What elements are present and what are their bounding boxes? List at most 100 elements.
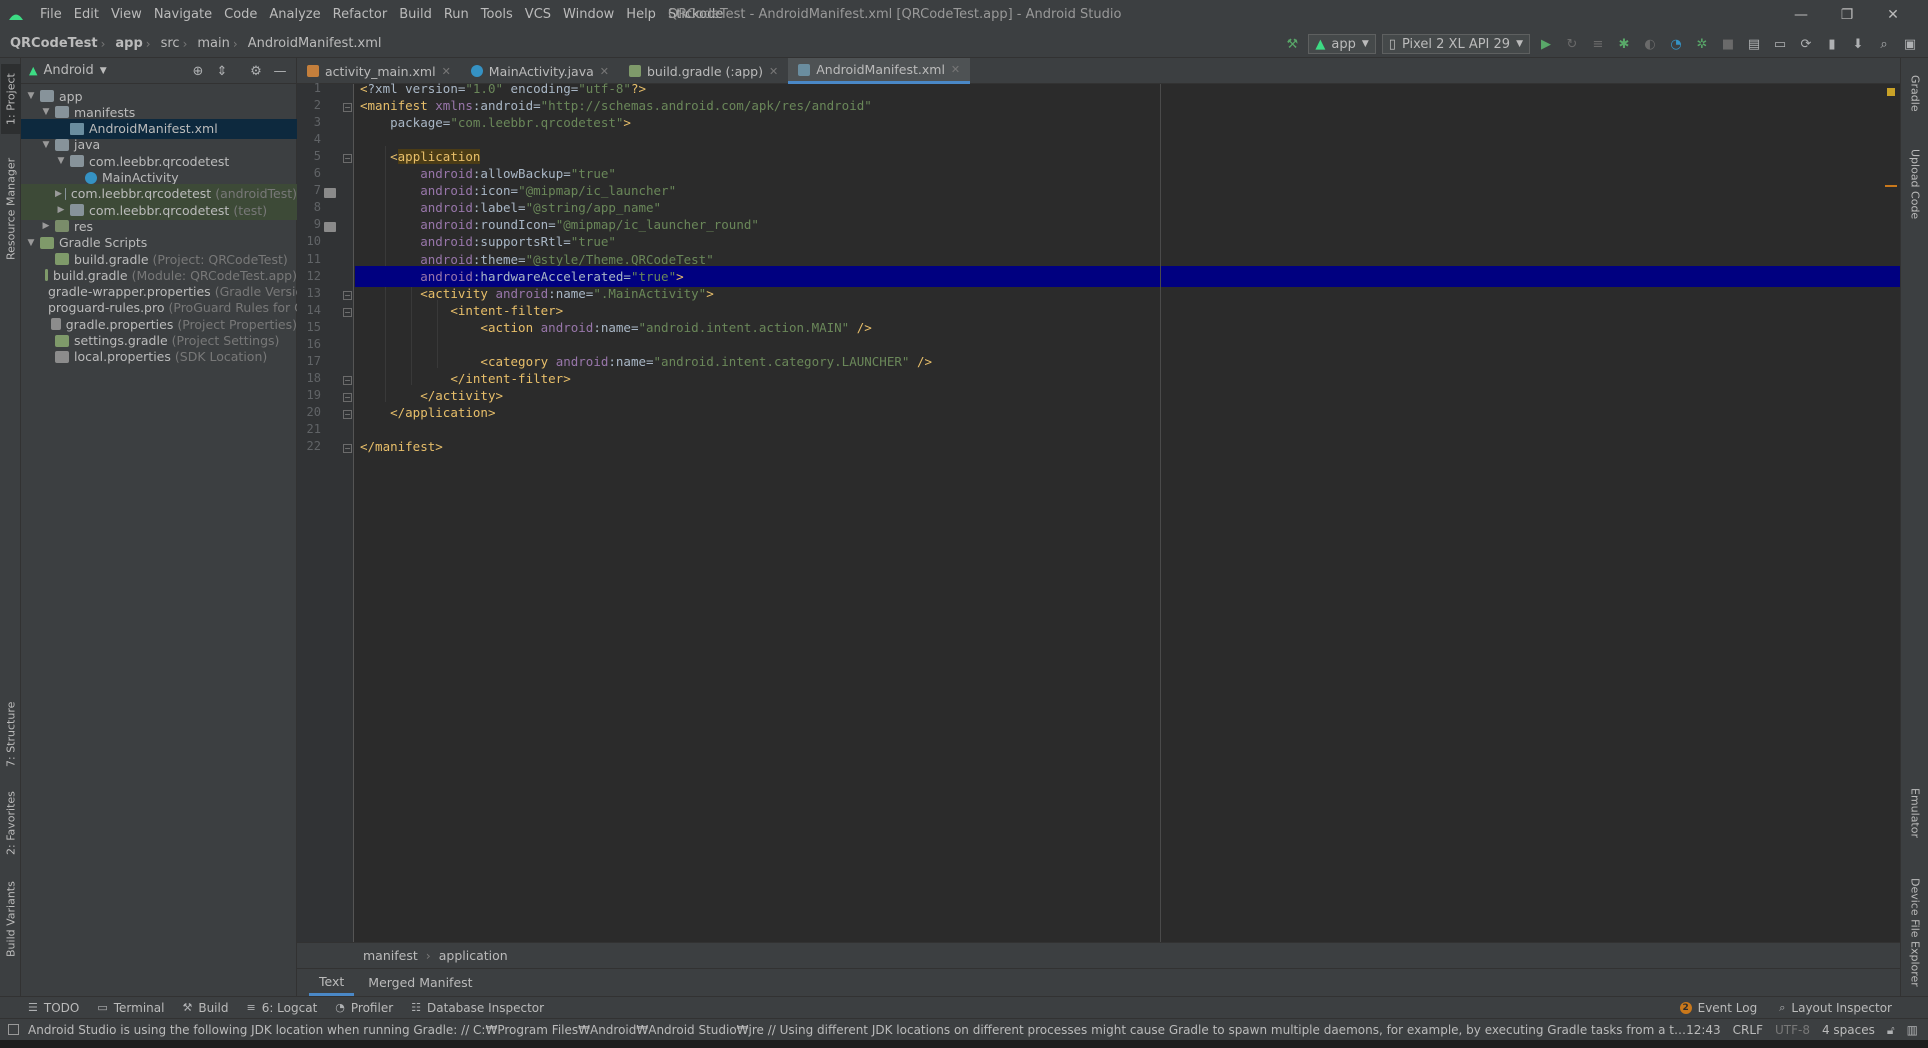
line-number[interactable]: 4 <box>297 132 321 146</box>
run-config-select[interactable]: ▲ app ▼ <box>1308 34 1376 54</box>
project-structure-icon[interactable]: ▤ <box>1744 34 1764 54</box>
line-number[interactable]: 20 <box>297 405 321 419</box>
build-tool-button[interactable]: ⚒ Build <box>182 1001 228 1015</box>
maximize-icon[interactable]: ❐ <box>1824 0 1870 30</box>
expand-arrow-icon[interactable]: ▼ <box>25 238 37 248</box>
expand-arrow-icon[interactable]: ▼ <box>25 91 37 101</box>
status-message[interactable]: Android Studio is using the following JD… <box>28 1023 1688 1037</box>
breadcrumb-file[interactable]: AndroidManifest.xml <box>238 36 385 51</box>
close-icon[interactable]: ✕ <box>1870 0 1916 30</box>
menu-build[interactable]: Build <box>393 0 438 30</box>
menu-help[interactable]: Help <box>620 0 662 30</box>
line-number[interactable]: 18 <box>297 371 321 385</box>
menu-navigate[interactable]: Navigate <box>148 0 218 30</box>
toggle-tool-windows-icon[interactable] <box>8 1024 19 1035</box>
line-number[interactable]: 13 <box>297 286 321 300</box>
menu-refactor[interactable]: Refactor <box>327 0 394 30</box>
expand-arrow-icon[interactable]: ▼ <box>40 107 52 117</box>
line-number[interactable]: 14 <box>297 303 321 317</box>
line-number[interactable]: 17 <box>297 354 321 368</box>
build-variants-tool-tab[interactable]: Build Variants <box>1 874 21 964</box>
resource-manager-tool-tab[interactable]: Resource Manager <box>1 150 21 268</box>
tab-text[interactable]: Text <box>309 970 355 996</box>
minimize-icon[interactable]: — <box>1778 0 1824 30</box>
expand-arrow-icon[interactable]: ▼ <box>55 156 67 166</box>
line-number[interactable]: 19 <box>297 388 321 402</box>
fold-toggle-icon[interactable]: − <box>343 375 352 385</box>
gear-icon[interactable]: ⚙ <box>246 61 266 81</box>
apply-changes-icon[interactable]: ↻ <box>1562 34 1582 54</box>
line-number[interactable]: 8 <box>297 200 321 214</box>
attach-debugger-icon[interactable]: ✲ <box>1692 34 1712 54</box>
coverage-icon[interactable]: ◐ <box>1640 34 1660 54</box>
fold-toggle-icon[interactable]: − <box>343 103 352 113</box>
close-tab-icon[interactable]: ✕ <box>600 65 609 78</box>
line-number[interactable]: 15 <box>297 320 321 334</box>
breadcrumb-module[interactable]: app <box>105 36 145 51</box>
run-icon[interactable]: ▶ <box>1536 34 1556 54</box>
line-number[interactable]: 16 <box>297 337 321 351</box>
layout-inspector-tool-button[interactable]: ⌕ Layout Inspector <box>1779 1001 1892 1015</box>
project-view-select[interactable]: Android <box>43 63 93 78</box>
indent-setting[interactable]: 4 spaces <box>1822 1023 1875 1037</box>
collapse-all-icon[interactable]: ⇕ <box>212 61 232 81</box>
event-log-tool-button[interactable]: 2 Event Log <box>1679 1001 1757 1015</box>
expand-arrow-icon[interactable]: ▼ <box>40 140 52 150</box>
terminal-tool-button[interactable]: ▭ Terminal <box>97 1001 164 1015</box>
menu-code[interactable]: Code <box>218 0 263 30</box>
menu-tools[interactable]: Tools <box>475 0 519 30</box>
code-editor[interactable]: <?xml version="1.0" encoding="utf-8"?> <m… <box>355 81 1900 942</box>
code-line[interactable]: </manifest> <box>355 436 1900 457</box>
locate-target-icon[interactable]: ⊕ <box>188 61 208 81</box>
menu-file[interactable]: File <box>34 0 68 30</box>
menu-window[interactable]: Window <box>557 0 620 30</box>
breadcrumb-src[interactable]: src <box>151 36 183 51</box>
device-manager-icon[interactable]: ▮ <box>1822 34 1842 54</box>
lock-icon[interactable]: 🔓︎ <box>1887 1023 1895 1038</box>
menu-run[interactable]: Run <box>438 0 475 30</box>
caret-position[interactable]: 12:43 <box>1686 1023 1721 1037</box>
line-number[interactable]: 1 <box>297 81 321 95</box>
file-encoding[interactable]: UTF-8 <box>1775 1023 1810 1037</box>
sdk-manager-icon[interactable]: ⬇ <box>1848 34 1868 54</box>
fold-toggle-icon[interactable]: − <box>343 290 352 300</box>
launcher-image-icon[interactable] <box>324 222 336 233</box>
line-number[interactable]: 3 <box>297 115 321 129</box>
fold-toggle-icon[interactable]: − <box>343 409 352 419</box>
sync-gradle-icon[interactable]: ⟳ <box>1796 34 1816 54</box>
collapse-arrow-icon[interactable]: ▶ <box>55 189 62 199</box>
line-number[interactable]: 22 <box>297 439 321 453</box>
line-number[interactable]: 10 <box>297 234 321 248</box>
line-number[interactable]: 12 <box>297 269 321 283</box>
search-everywhere-icon[interactable]: ⌕ <box>1874 34 1894 54</box>
fold-toggle-icon[interactable]: − <box>343 444 352 454</box>
line-number[interactable]: 21 <box>297 422 321 436</box>
line-number[interactable]: 6 <box>297 166 321 180</box>
fold-toggle-icon[interactable]: − <box>343 307 352 317</box>
todo-tool-button[interactable]: ☰ TODO <box>28 1001 79 1015</box>
line-number[interactable]: 9 <box>297 217 321 231</box>
memory-indicator-icon[interactable]: ▥ <box>1907 1023 1918 1037</box>
menu-analyze[interactable]: Analyze <box>263 0 326 30</box>
collapse-arrow-icon[interactable]: ▶ <box>55 205 67 215</box>
editor-breadcrumb-manifest[interactable]: manifest <box>363 948 418 963</box>
warning-marker[interactable] <box>1885 185 1897 187</box>
tab-merged-manifest[interactable]: Merged Manifest <box>358 971 482 994</box>
profile-icon[interactable]: ◔ <box>1666 34 1686 54</box>
account-icon[interactable]: ▣ <box>1900 34 1920 54</box>
device-file-explorer-tool-tab[interactable]: Device File Explorer <box>1905 864 1925 1000</box>
menu-vcs[interactable]: VCS <box>519 0 557 30</box>
structure-tool-tab[interactable]: 7: Structure <box>1 698 21 770</box>
line-number[interactable]: 11 <box>297 252 321 266</box>
inspection-status-icon[interactable] <box>1887 88 1895 96</box>
database-inspector-tool-button[interactable]: ☷ Database Inspector <box>411 1001 544 1015</box>
close-tab-icon[interactable]: ✕ <box>769 65 778 78</box>
line-number[interactable]: 2 <box>297 98 321 112</box>
emulator-tool-tab[interactable]: Emulator <box>1905 778 1925 848</box>
line-separator[interactable]: CRLF <box>1733 1023 1763 1037</box>
logcat-tool-button[interactable]: ≡ 6: Logcat <box>246 1001 317 1015</box>
gradle-tool-tab[interactable]: Gradle <box>1905 66 1925 120</box>
line-number[interactable]: 7 <box>297 183 321 197</box>
upload-code-tool-tab[interactable]: Upload Code <box>1905 136 1925 232</box>
close-tab-icon[interactable]: ✕ <box>442 65 451 78</box>
